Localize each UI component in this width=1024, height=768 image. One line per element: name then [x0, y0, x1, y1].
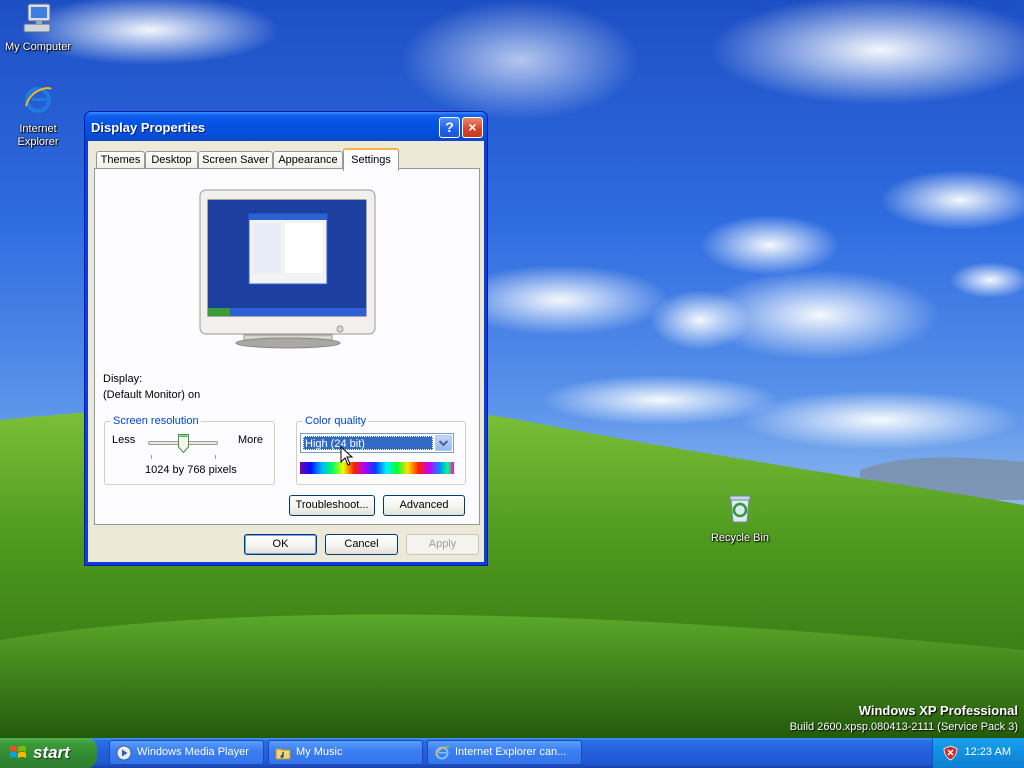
media-player-icon — [116, 745, 132, 761]
resolution-value: 1024 by 768 pixels — [145, 464, 237, 476]
slider-tick — [151, 455, 152, 459]
windows-logo-icon — [10, 745, 26, 758]
help-button[interactable]: ? — [439, 117, 460, 138]
os-edition-text: Windows XP Professional — [858, 703, 1018, 718]
troubleshoot-button[interactable]: Troubleshoot... — [289, 495, 375, 516]
dialog-title: Display Properties — [91, 120, 206, 135]
color-quality-selected: High (24 bit) — [303, 436, 433, 450]
taskbar-item-label: Internet Explorer can... — [455, 746, 567, 758]
display-label: Display: — [103, 373, 143, 385]
dialog-client: Themes Desktop Screen Saver Appearance S… — [88, 141, 484, 562]
system-tray: 12:23 AM — [932, 738, 1024, 768]
taskbar-item-internet-explorer[interactable]: Internet Explorer can... — [427, 740, 582, 765]
recycle-bin-icon — [729, 495, 751, 523]
screen-resolution-group: Screen resolution Less More 1024 by 768 … — [104, 415, 275, 485]
start-button[interactable]: start — [0, 738, 97, 768]
my-computer-icon — [23, 3, 51, 33]
internet-explorer-icon — [25, 87, 52, 113]
screen-resolution-legend: Screen resolution — [111, 415, 201, 427]
display-value: (Default Monitor) on — [103, 389, 201, 401]
monitor-preview — [199, 189, 376, 349]
color-quality-group: Color quality High (24 bit) — [296, 415, 466, 485]
os-build-text: Build 2600.xpsp.080413-2111 (Service Pac… — [789, 721, 1018, 733]
desktop-icon-label: My Computer — [4, 41, 72, 53]
chevron-down-icon[interactable] — [435, 435, 452, 451]
mouse-cursor-icon — [340, 446, 354, 466]
desktop-icon-recycle-bin[interactable]: Recycle Bin — [702, 493, 778, 545]
folder-music-icon — [275, 748, 291, 760]
apply-button[interactable]: Apply — [406, 534, 479, 555]
clock[interactable]: 12:23 AM — [965, 746, 1011, 758]
close-button[interactable]: × — [462, 117, 483, 138]
display-properties-dialog: Display Properties ? × Themes Desktop Sc… — [84, 111, 488, 566]
desktop-icon-internet-explorer[interactable]: Internet Explorer — [0, 84, 76, 149]
color-quality-select[interactable]: High (24 bit) — [300, 433, 454, 453]
taskbar-item-label: My Music — [296, 746, 343, 758]
desktop-icon-label: Internet Explorer — [17, 123, 59, 148]
advanced-button[interactable]: Advanced — [383, 495, 465, 516]
start-label: start — [33, 743, 70, 762]
dialog-titlebar[interactable]: Display Properties ? × — [85, 112, 487, 141]
desktop-icon-my-computer[interactable]: My Computer — [0, 2, 76, 54]
desktop-icon-label: Recycle Bin — [710, 532, 770, 544]
ok-button[interactable]: OK — [244, 534, 317, 555]
taskbar: start Windows Media Player My Music Inte… — [0, 738, 1024, 768]
resolution-more-label: More — [237, 434, 263, 446]
taskbar-item-label: Windows Media Player — [137, 746, 249, 758]
resolution-slider-thumb[interactable] — [177, 434, 189, 453]
settings-tab-panel: Display: (Default Monitor) on Screen res… — [94, 168, 480, 525]
taskbar-item-media-player[interactable]: Windows Media Player — [109, 740, 264, 765]
color-quality-legend: Color quality — [303, 415, 369, 427]
cancel-button[interactable]: Cancel — [325, 534, 398, 555]
security-shield-icon[interactable] — [943, 745, 958, 761]
taskbar-item-my-music[interactable]: My Music — [268, 740, 423, 765]
resolution-less-label: Less — [112, 434, 136, 446]
slider-tick — [215, 455, 216, 459]
tab-settings[interactable]: Settings — [343, 148, 399, 171]
color-spectrum-bar — [300, 462, 454, 474]
internet-explorer-icon — [435, 746, 450, 760]
